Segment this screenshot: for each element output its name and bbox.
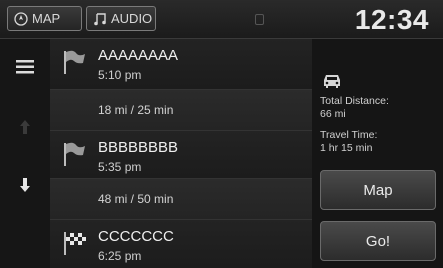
audio-tab-button[interactable]: AUDIO (86, 6, 156, 31)
arrival-time: 5:35 pm (98, 160, 142, 174)
route-list: AAAAAAAA 5:10 pm 18 mi / 25 min BBBBBBBB… (50, 39, 312, 268)
music-note-icon (93, 12, 107, 26)
go-button[interactable]: Go! (320, 221, 436, 261)
map-button[interactable]: Map (320, 170, 436, 210)
scroll-up-button[interactable] (0, 117, 50, 141)
status-bar: MAP AUDIO 12:34 (0, 0, 443, 39)
destination-name: BBBBBBBB (98, 139, 179, 156)
scroll-down-button[interactable] (0, 175, 50, 199)
clock: 12:34 (354, 4, 429, 35)
arrival-time: 5:10 pm (98, 68, 142, 82)
arrow-up-icon (19, 119, 31, 140)
destination-row[interactable]: CCCCCCC 6:25 pm (50, 220, 312, 268)
travel-time-value: 1 hr 15 min (320, 142, 373, 154)
leg-row: 48 mi / 50 min (50, 179, 312, 220)
leg-distance-time: 48 mi / 50 min (98, 192, 174, 206)
leg-row: 18 mi / 25 min (50, 90, 312, 131)
navigation-screen: MAP AUDIO 12:34 AAAAAAAA 5:10 pm 18 mi /… (0, 0, 443, 268)
status-indicator (255, 14, 264, 25)
destination-name: AAAAAAAA (98, 47, 179, 64)
compass-icon (14, 11, 28, 26)
leg-distance-time: 18 mi / 25 min (98, 103, 174, 117)
checkered-flag-icon (62, 230, 88, 261)
flag-icon (62, 49, 86, 80)
car-icon (322, 73, 342, 94)
scroll-controls (0, 39, 51, 268)
map-tab-label: MAP (32, 11, 61, 26)
travel-time-label: Travel Time: (320, 129, 378, 141)
arrow-down-icon (19, 177, 31, 198)
arrival-time: 6:25 pm (98, 249, 142, 263)
audio-tab-label: AUDIO (111, 11, 153, 26)
menu-button[interactable] (0, 57, 50, 81)
total-distance-value: 66 mi (320, 108, 346, 120)
destination-row[interactable]: AAAAAAAA 5:10 pm (50, 39, 312, 90)
total-distance-label: Total Distance: (320, 95, 389, 107)
flag-icon (62, 141, 86, 172)
destination-name: CCCCCCC (98, 228, 174, 245)
destination-row[interactable]: BBBBBBBB 5:35 pm (50, 131, 312, 179)
menu-icon (16, 59, 34, 79)
map-tab-button[interactable]: MAP (7, 6, 82, 31)
trip-summary-panel: Total Distance: 66 mi Travel Time: 1 hr … (312, 39, 443, 268)
